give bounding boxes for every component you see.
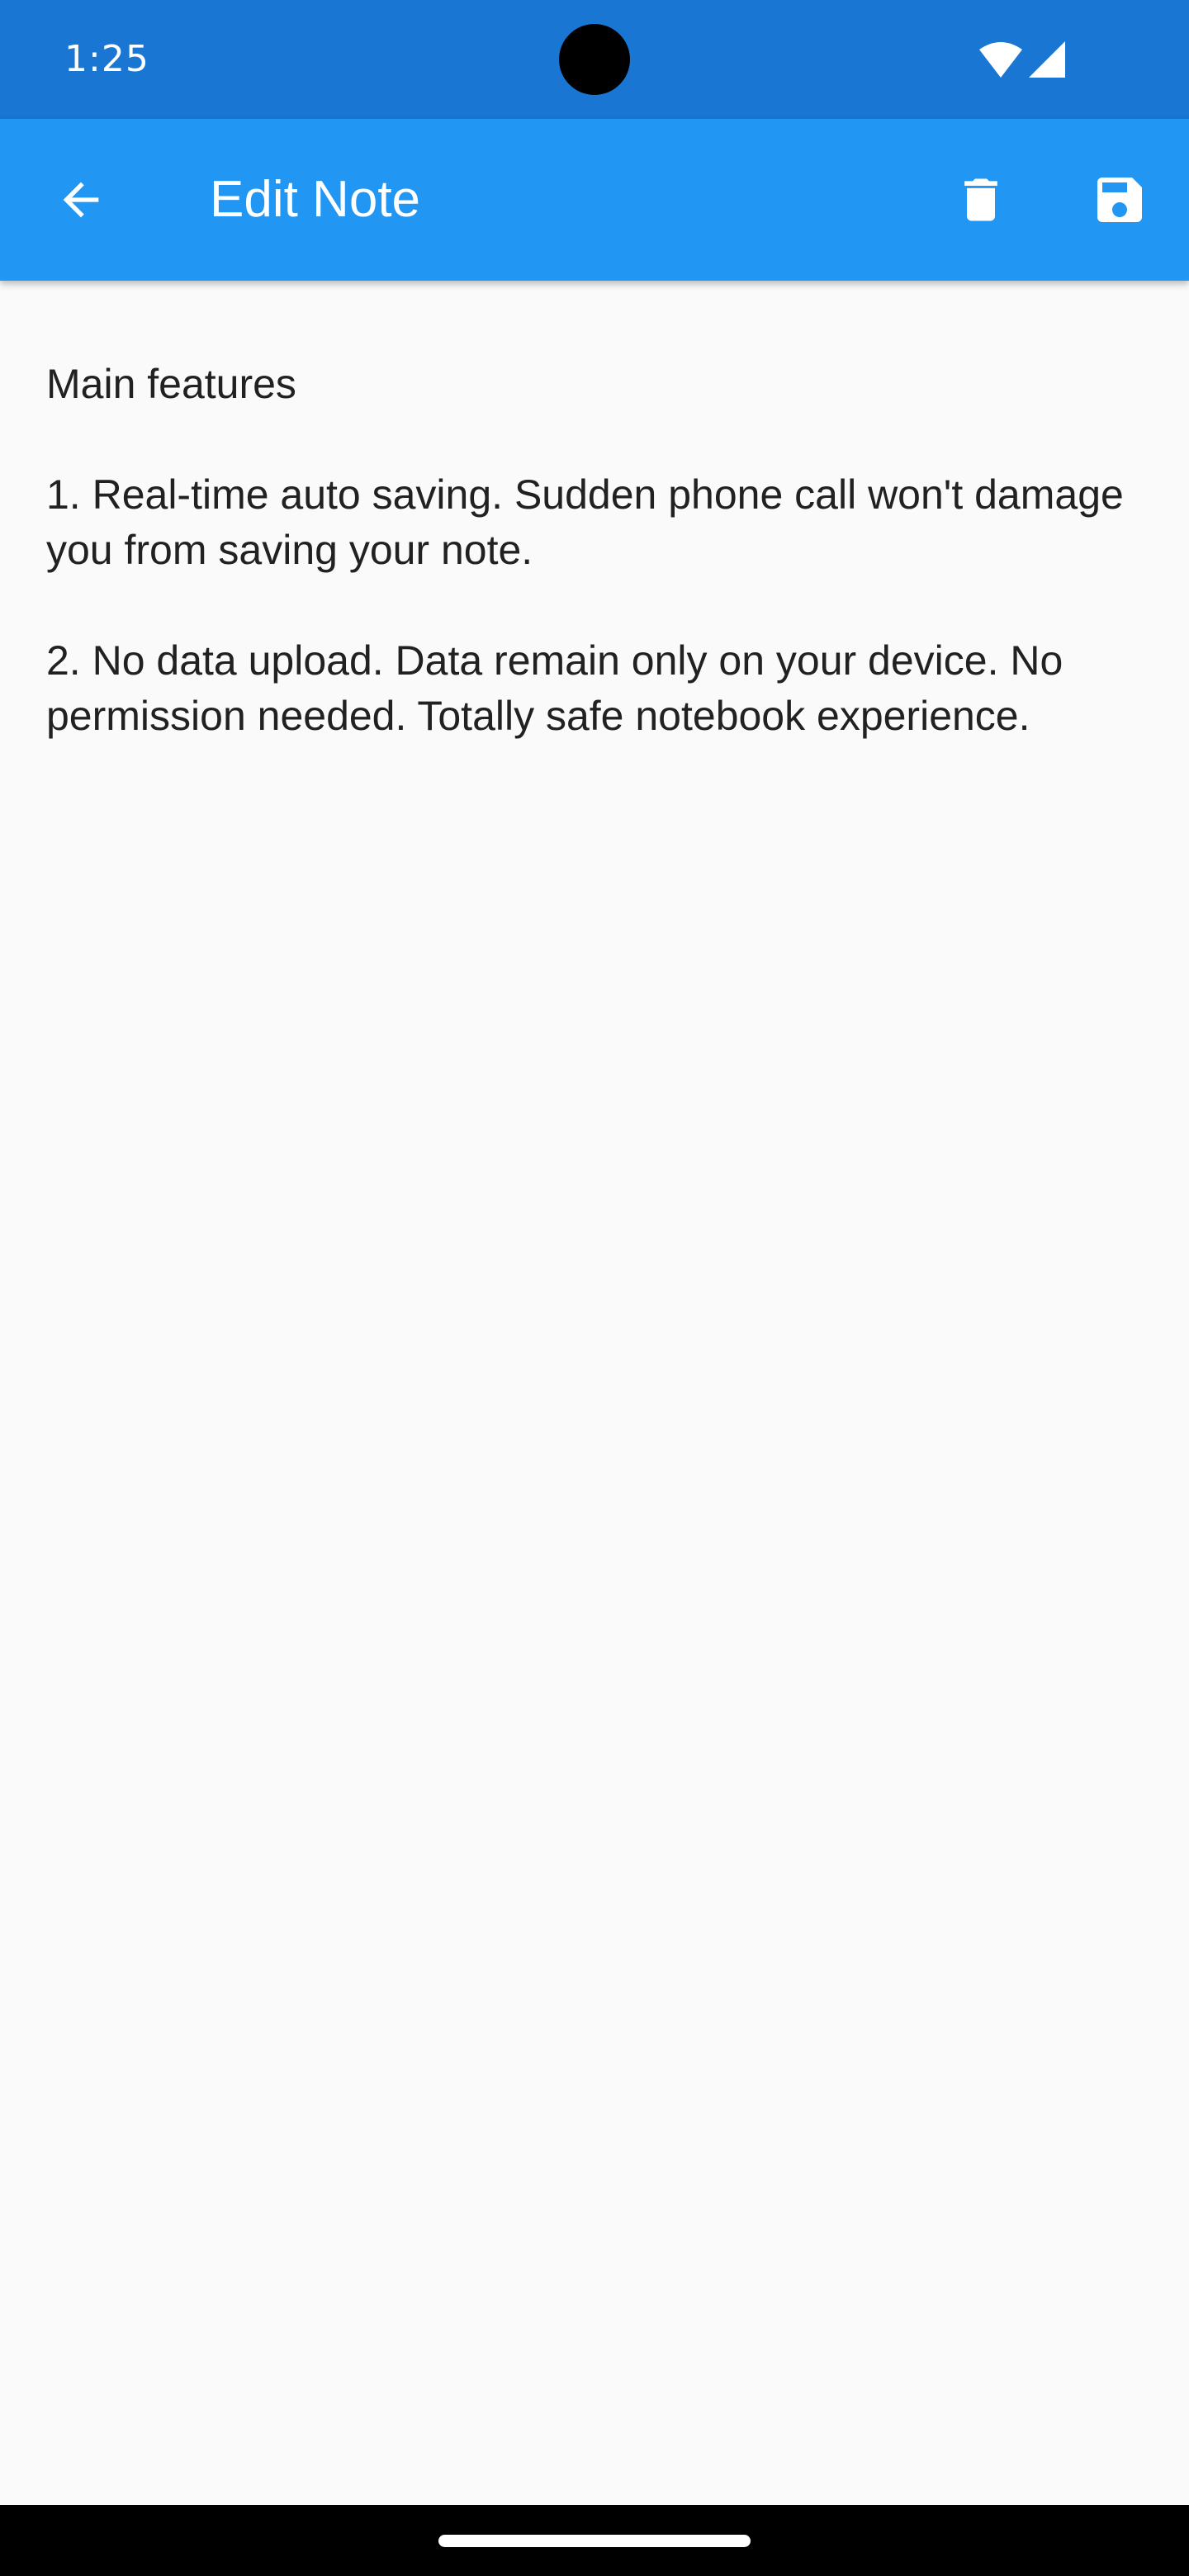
floppy-disk-icon [1097,178,1142,222]
note-text-area[interactable]: Main features 1. Real-time auto saving. … [46,357,1144,744]
app-bar: Edit Note [0,119,1189,281]
back-button[interactable] [41,160,121,239]
trash-icon [964,178,997,221]
save-button[interactable] [1080,160,1159,239]
camera-cutout [559,24,630,95]
wifi-icon [979,42,1022,78]
status-time: 1:25 [64,38,149,80]
status-icons [979,41,1065,78]
home-indicator[interactable] [438,2535,751,2547]
status-bar: 1:25 [0,0,1189,119]
delete-button[interactable] [941,160,1021,239]
page-title: Edit Note [210,171,421,228]
arrow-back-icon [63,182,99,218]
signal-icon [1029,41,1065,78]
